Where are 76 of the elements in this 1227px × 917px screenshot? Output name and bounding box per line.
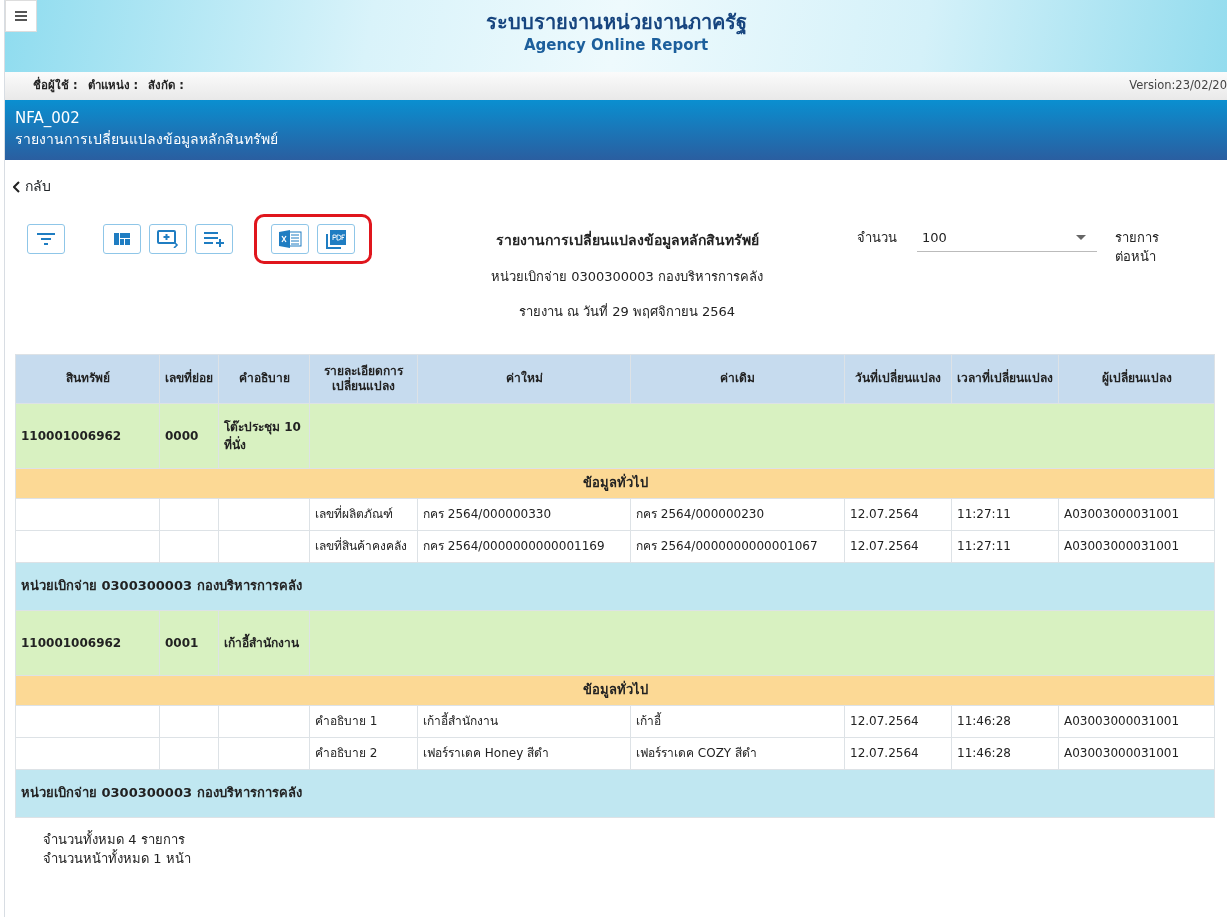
- caret-down-icon: [1076, 234, 1086, 240]
- table-cell: A03003000031001: [1058, 530, 1215, 562]
- table-cell: เลขที่สินค้าคงคลัง: [309, 530, 418, 562]
- report-code: NFA_002: [15, 108, 81, 128]
- table-cell: โต๊ะประชุม 10 ที่นั่ง: [218, 403, 310, 468]
- version-text: Version:23/02/20: [1129, 77, 1227, 95]
- column-header: วันที่เปลี่ยนแปลง: [844, 354, 952, 403]
- back-link[interactable]: กลับ: [13, 176, 51, 197]
- table-cell: 12.07.2564: [844, 737, 952, 769]
- report-heading: รายงานการเปลี่ยนแปลงข้อมูลหลักสินทรัพย์: [495, 229, 759, 251]
- page-size-select[interactable]: 100: [917, 227, 1097, 252]
- chevron-left-icon: [13, 180, 21, 193]
- page-size-suffix: รายการต่อหน้า: [1115, 228, 1159, 266]
- table-cell: เก้าอี้สำนักงาน: [218, 610, 310, 675]
- table-cell: 110001006962: [15, 403, 160, 468]
- table-cell: กคร 2564/0000000000001169: [417, 530, 631, 562]
- add-list-icon: [203, 230, 225, 247]
- column-header: เลขที่ย่อย: [159, 354, 219, 403]
- table-cell: เลขที่ผลิตภัณฑ์: [309, 498, 418, 530]
- menu-icon: [15, 11, 27, 21]
- report-name: รายงานการเปลี่ยนแปลงข้อมูลหลักสินทรัพย์: [15, 129, 279, 150]
- table-cell: เก้าอี้: [630, 705, 845, 737]
- table-cell: 12.07.2564: [844, 530, 952, 562]
- layout-icon: [113, 231, 131, 246]
- table-cell: 11:27:11: [951, 530, 1059, 562]
- report-subheading: หน่วยเบิกจ่าย 0300300003 กองบริหารการคลัง: [491, 267, 763, 286]
- excel-export-button[interactable]: [271, 223, 309, 254]
- section-title: ข้อมูลทั่วไป: [582, 475, 648, 491]
- table-cell: คำอธิบาย 1: [309, 705, 418, 737]
- column-header: คำอธิบาย: [218, 354, 310, 403]
- table-cell: เฟอร์ราเดค COZY สีดำ: [630, 737, 845, 769]
- table-cell: A03003000031001: [1058, 705, 1215, 737]
- excel-icon: [277, 228, 303, 249]
- column-header: ค่าใหม่: [417, 354, 631, 403]
- column-header: รายละเอียดการเปลี่ยนแปลง: [309, 354, 418, 403]
- page-size-label: จำนวน: [857, 228, 897, 247]
- layout-button[interactable]: [103, 223, 141, 254]
- table-cell: 110001006962: [15, 610, 160, 675]
- section-title: ข้อมูลทั่วไป: [582, 682, 648, 698]
- unit-title: หน่วยเบิกจ่าย 0300300003 กองบริหารการคลัง: [21, 785, 302, 801]
- table-cell: 12.07.2564: [844, 705, 952, 737]
- table-cell: 11:46:28: [951, 705, 1059, 737]
- column-header: ผู้เปลี่ยนแปลง: [1058, 354, 1215, 403]
- column-header: เวลาที่เปลี่ยนแปลง: [951, 354, 1059, 403]
- filter-button[interactable]: [27, 223, 65, 254]
- user-info-label: สังกัด :: [148, 77, 184, 95]
- user-info-label: ตำแหน่ง :: [87, 77, 139, 95]
- table-cell: A03003000031001: [1058, 498, 1215, 530]
- table-cell: คำอธิบาย 2: [309, 737, 418, 769]
- add-list-button[interactable]: [195, 223, 233, 254]
- table-cell: เก้าอี้สำนักงาน: [417, 705, 631, 737]
- table-cell: 0001: [159, 610, 219, 675]
- table-cell: เฟอร์ราเดค Honey สีดำ: [417, 737, 631, 769]
- pdf-export-button[interactable]: [317, 223, 355, 254]
- app-title: ระบบรายงานหน่วยงานภาครัฐ: [485, 10, 747, 34]
- filter-icon: [36, 231, 56, 246]
- user-info-label: ชื่อผู้ใช้ :: [33, 77, 78, 95]
- add-screen-button[interactable]: [149, 223, 187, 254]
- summary-text: จำนวนทั้งหมด 4 รายการ: [43, 829, 186, 849]
- table-cell: A03003000031001: [1058, 737, 1215, 769]
- table-cell: กคร 2564/000000230: [630, 498, 845, 530]
- table-cell: 11:46:28: [951, 737, 1059, 769]
- pdf-icon: [325, 228, 347, 249]
- app-subtitle: Agency Online Report: [523, 35, 709, 56]
- table-cell: 0000: [159, 403, 219, 468]
- column-header: ค่าเดิม: [630, 354, 845, 403]
- table-cell: 11:27:11: [951, 498, 1059, 530]
- unit-title: หน่วยเบิกจ่าย 0300300003 กองบริหารการคลัง: [21, 578, 302, 594]
- table-cell: กคร 2564/000000330: [417, 498, 631, 530]
- add-screen-icon: [157, 229, 179, 248]
- report-subheading: รายงาน ณ วันที่ 29 พฤศจิกายน 2564: [518, 302, 736, 321]
- menu-button[interactable]: [5, 0, 37, 32]
- summary-text: จำนวนหน้าทั้งหมด 1 หน้า: [43, 848, 192, 868]
- table-cell: 12.07.2564: [844, 498, 952, 530]
- table-cell: กคร 2564/0000000000001067: [630, 530, 845, 562]
- column-header: สินทรัพย์: [15, 354, 160, 403]
